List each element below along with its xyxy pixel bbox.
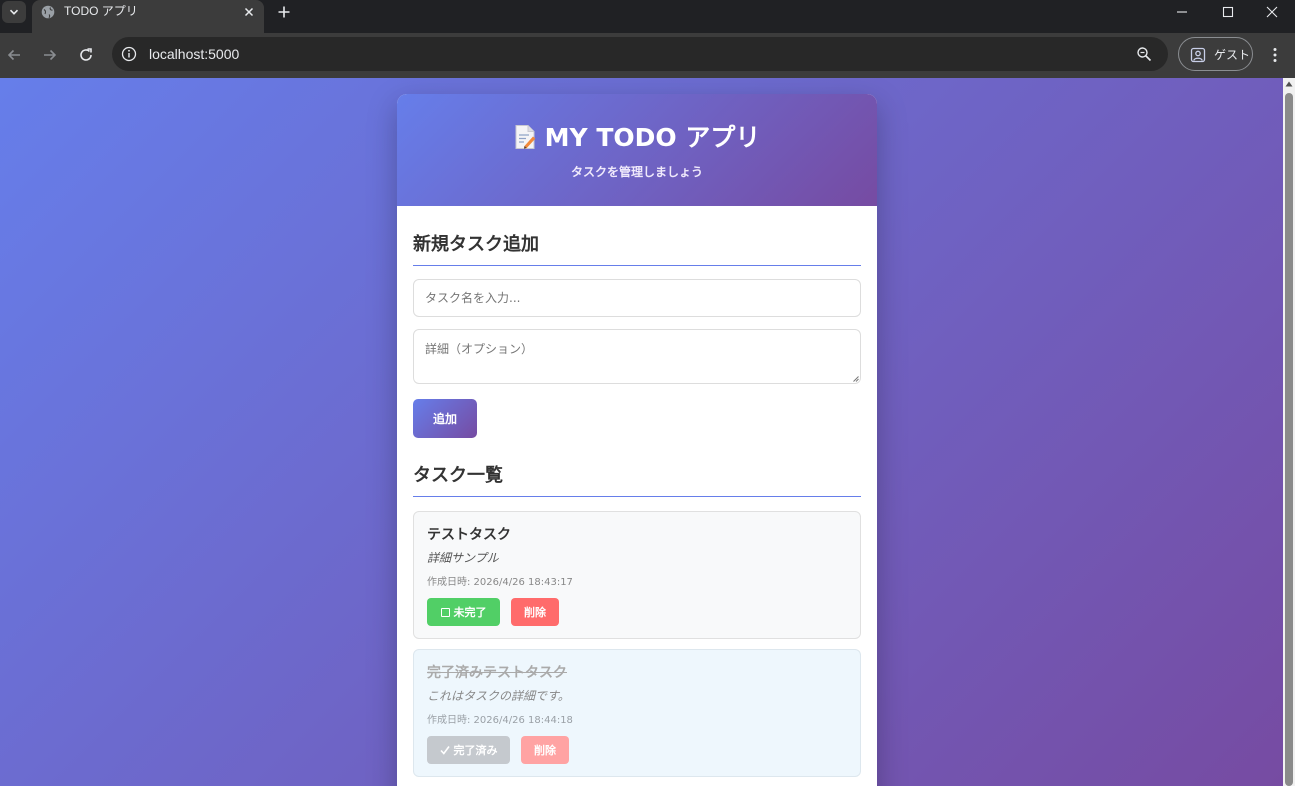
app-subtitle: タスクを管理しましょう	[570, 165, 703, 179]
delete-task-button[interactable]: 削除	[511, 598, 559, 626]
address-bar[interactable]: localhost:5000	[112, 37, 1168, 71]
url-text[interactable]: localhost:5000	[149, 46, 239, 62]
forward-arrow-icon	[44, 49, 57, 61]
browser-menu-button[interactable]	[1265, 44, 1285, 66]
more-vertical-icon	[1273, 48, 1277, 62]
task-detail-textarea[interactable]	[413, 329, 861, 384]
new-tab-icon[interactable]	[274, 2, 294, 22]
delete-task-button[interactable]: 削除	[521, 736, 569, 764]
memo-icon	[515, 125, 535, 149]
task-detail: 詳細サンプル	[427, 551, 499, 565]
profile-icon	[1190, 47, 1206, 63]
browser-toolbar: localhost:5000 ゲスト	[0, 33, 1295, 78]
minimize-icon	[1177, 11, 1187, 13]
info-icon[interactable]	[121, 46, 137, 62]
task-item: テストタスク 詳細サンプル 作成日時: 2026/4/26 18:43:17 未…	[413, 511, 861, 639]
zoom-icon[interactable]	[1136, 46, 1152, 62]
app-header: MY TODO アプリ タスクを管理しましょう	[397, 94, 877, 206]
new-task-heading: 新規タスク追加	[413, 233, 861, 266]
toggle-complete-label: 完了済み	[453, 744, 498, 757]
minimize-button[interactable]	[1159, 0, 1205, 24]
task-detail: これはタスクの詳細です。	[427, 689, 570, 703]
browser-tab[interactable]: TODO アプリ	[32, 0, 264, 33]
forward-button[interactable]	[39, 44, 61, 66]
close-icon	[1266, 6, 1278, 18]
close-window-button[interactable]	[1249, 0, 1295, 24]
page-viewport: MY TODO アプリ タスクを管理しましょう 新規タスク追加 追加 タスク一覧…	[0, 78, 1283, 786]
reload-button[interactable]	[75, 44, 97, 66]
maximize-icon	[1222, 6, 1234, 18]
tab-title: TODO アプリ	[64, 4, 138, 18]
task-title: テストタスク	[427, 527, 511, 543]
task-title: 完了済みテストタスク	[427, 665, 567, 681]
toggle-complete-button[interactable]: 未完了	[427, 598, 500, 626]
maximize-button[interactable]	[1205, 0, 1251, 24]
globe-icon	[41, 5, 55, 19]
page-scrollbar[interactable]	[1283, 78, 1295, 786]
close-tab-icon[interactable]	[241, 4, 257, 20]
reload-icon	[80, 48, 92, 61]
tab-search-button[interactable]	[2, 1, 26, 23]
app-title-text: MY TODO アプリ	[544, 123, 761, 152]
todo-card: MY TODO アプリ タスクを管理しましょう 新規タスク追加 追加 タスク一覧…	[397, 94, 877, 786]
tab-strip: TODO アプリ	[0, 0, 1295, 33]
back-button[interactable]	[3, 44, 25, 66]
task-item-completed: 完了済みテストタスク これはタスクの詳細です。 作成日時: 2026/4/26 …	[413, 649, 861, 777]
task-created-date: 作成日時: 2026/4/26 18:43:17	[427, 577, 573, 588]
chevron-down-icon	[9, 9, 19, 15]
checkbox-icon	[440, 607, 450, 617]
profile-label: ゲスト	[1214, 48, 1251, 62]
app-title: MY TODO アプリ	[397, 122, 877, 154]
task-list-heading: タスク一覧	[413, 464, 861, 497]
toggle-complete-button[interactable]: 完了済み	[427, 736, 510, 764]
back-arrow-icon	[7, 49, 20, 61]
toggle-complete-label: 未完了	[453, 606, 487, 619]
resize-handle-icon[interactable]	[853, 376, 859, 382]
task-created-date: 作成日時: 2026/4/26 18:44:18	[427, 715, 573, 726]
scroll-up-arrow-icon[interactable]	[1285, 80, 1293, 88]
profile-button[interactable]: ゲスト	[1178, 37, 1253, 71]
scrollbar-thumb[interactable]	[1285, 93, 1293, 786]
add-task-button[interactable]: 追加	[413, 399, 477, 438]
task-name-input[interactable]	[413, 279, 861, 317]
checkmark-icon	[439, 746, 450, 755]
